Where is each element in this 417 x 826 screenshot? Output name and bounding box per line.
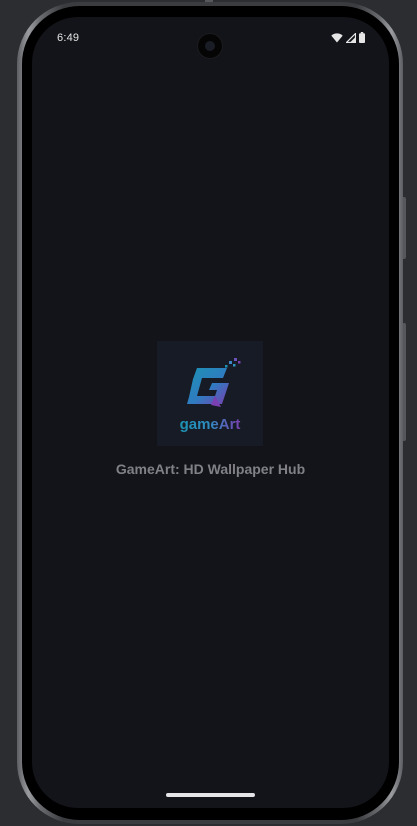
logo-wordmark: gameArt	[180, 416, 241, 433]
device-stage: 6:49 gameArt GameArt: HD Wallpaper Hub	[0, 0, 417, 826]
signal-icon	[346, 32, 356, 43]
app-name: GameArt: HD Wallpaper Hub	[115, 461, 306, 477]
status-icons	[331, 32, 365, 43]
home-indicator[interactable]	[166, 793, 255, 797]
gameart-logo-icon: gameArt	[180, 358, 241, 433]
status-bar: 6:49	[32, 17, 389, 61]
splash-screen: 6:49 gameArt GameArt: HD Wallpaper Hub	[32, 17, 389, 808]
battery-icon	[359, 32, 365, 43]
front-camera	[198, 34, 222, 58]
app-logo: gameArt	[157, 341, 263, 446]
status-time: 6:49	[57, 32, 80, 44]
wifi-icon	[331, 32, 343, 43]
